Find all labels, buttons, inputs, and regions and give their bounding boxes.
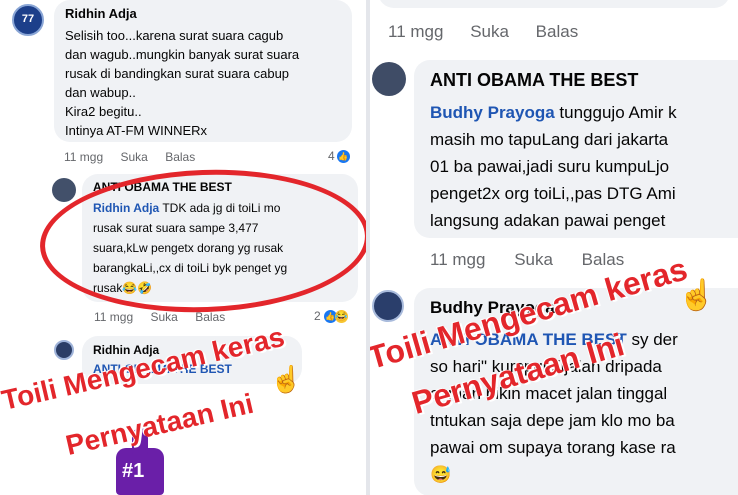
comment-line: Intinya AT-FM WINNERx	[65, 123, 208, 138]
reaction-summary[interactable]: 2 👍 😂	[314, 309, 348, 323]
comment-time[interactable]: 11 mgg	[430, 250, 485, 269]
comment-line: pawai om supaya torang kase ra	[430, 438, 676, 457]
left-screenshot-panel: 77 Ridhin Adja Selisih too...karena sura…	[0, 0, 366, 495]
like-button[interactable]: Suka	[150, 310, 177, 324]
comment-time[interactable]: 11 mgg	[64, 150, 103, 164]
comment-meta: 11 mgg Suka Balas	[94, 310, 239, 324]
comment-line-rest: sy der	[626, 330, 678, 349]
reaction-summary[interactable]: 4 👍	[328, 149, 350, 163]
like-button[interactable]: Suka	[120, 150, 147, 164]
comment-line: dan wabup..	[65, 85, 136, 100]
comment-line: langsung adakan pawai penget	[430, 211, 666, 230]
comment-line: 01 ba pawai,jadi suru kumpuLjo	[430, 157, 670, 176]
comment-time[interactable]: 11 mgg	[388, 22, 443, 41]
comment-time[interactable]: 11 mgg	[94, 310, 133, 324]
avatar[interactable]	[372, 62, 406, 96]
thumbs-up-icon: 👍	[336, 149, 350, 163]
comment-meta: 11 mgg Suka Balas	[388, 22, 592, 42]
comment-line: Kira2 begitu..	[65, 104, 142, 119]
like-button[interactable]: Suka	[470, 22, 509, 41]
mention-link[interactable]: Budhy Prayoga	[430, 103, 555, 122]
avatar[interactable]	[52, 178, 76, 202]
comment-author[interactable]: Ridhin Adja	[65, 6, 137, 21]
comment-meta: 11 mgg Suka Balas	[430, 250, 638, 270]
avatar[interactable]	[54, 340, 74, 360]
like-button[interactable]: Suka	[514, 250, 553, 269]
reply-button[interactable]: Balas	[536, 22, 579, 41]
comment-line: masih mo tapuLang dari jakarta	[430, 130, 669, 149]
right-screenshot-panel: 11 mgg Suka Balas ANTI OBAMA THE BEST Bu…	[370, 0, 738, 495]
avatar-badge: 77	[21, 13, 35, 25]
reaction-count: 2	[314, 309, 321, 323]
pointing-up-hand-icon: ☝️	[270, 364, 303, 394]
comment-line: rusak di bandingkan surat suara cabup	[65, 66, 290, 81]
comment-line: Selisih too...karena surat suara cagub	[65, 28, 284, 43]
avatar[interactable]	[372, 290, 404, 322]
pointing-up-hand-icon: ☝️	[678, 279, 716, 312]
reply-button[interactable]: Balas	[582, 250, 625, 269]
reply-button[interactable]: Balas	[165, 150, 195, 164]
sticker-text: #1	[122, 460, 145, 482]
comment-line-rest: tunggujo Amir k	[554, 103, 677, 122]
comment-line: tntukan saja depe jam klo mo ba	[430, 411, 675, 430]
laughing-emoji-icon: 😅	[430, 465, 452, 484]
comment-text: Selisih too...karena surat suara cagub d…	[65, 26, 299, 140]
laughing-emoji-icon: 😂	[334, 309, 348, 323]
comment-bubble	[378, 0, 730, 8]
comment-line: dan wagub..mungkin banyak surat suara	[65, 47, 300, 62]
comment-line: Budhy Prayoga tunggujo Amir k	[430, 99, 677, 126]
comment-text: Budhy Prayoga tunggujo Amir k masih mo t…	[430, 99, 677, 234]
avatar[interactable]: 77	[12, 4, 44, 36]
comment-line: penget2x org toiLi,,pas DTG Ami	[430, 184, 676, 203]
comment-meta: 11 mgg Suka Balas	[64, 150, 209, 164]
reaction-count: 4	[328, 149, 335, 163]
comment-author[interactable]: ANTI OBAMA THE BEST	[430, 70, 638, 91]
